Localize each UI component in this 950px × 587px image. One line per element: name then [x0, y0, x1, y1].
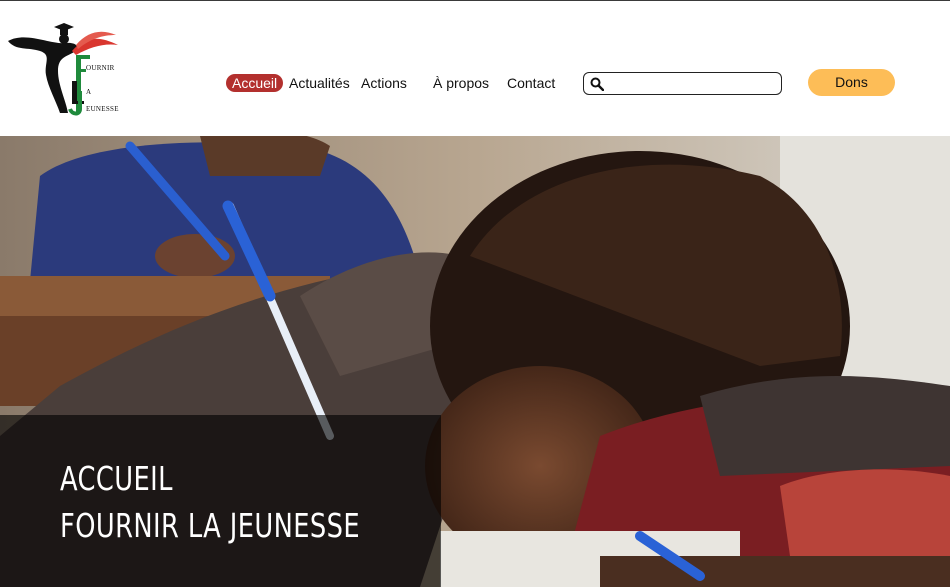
search-input[interactable]	[608, 75, 776, 92]
hero-caption-overlay	[0, 415, 441, 587]
site-logo[interactable]: OURNIR A EUNESSE	[6, 21, 124, 117]
hero-title-line1: ACCUEIL	[60, 459, 173, 498]
search-box[interactable]	[583, 72, 782, 95]
nav-item-contact[interactable]: Contact	[507, 74, 555, 92]
search-icon[interactable]	[590, 77, 604, 91]
nav-item-actions[interactable]: Actions	[361, 74, 407, 92]
logo-text-line1: OURNIR	[86, 64, 115, 72]
nav-item-accueil[interactable]: Accueil	[226, 74, 284, 92]
nav-item-actualites[interactable]: Actualités	[289, 74, 350, 92]
logo-text-line3: EUNESSE	[86, 105, 119, 113]
donate-button[interactable]: Dons	[808, 69, 895, 96]
logo-text-line2: A	[86, 88, 92, 96]
nav-item-a-propos[interactable]: À propos	[433, 74, 489, 92]
site-header: OURNIR A EUNESSE Accueil Actualités Acti…	[0, 1, 950, 136]
hero-title-line2: FOURNIR LA JEUNESSE	[60, 506, 360, 545]
